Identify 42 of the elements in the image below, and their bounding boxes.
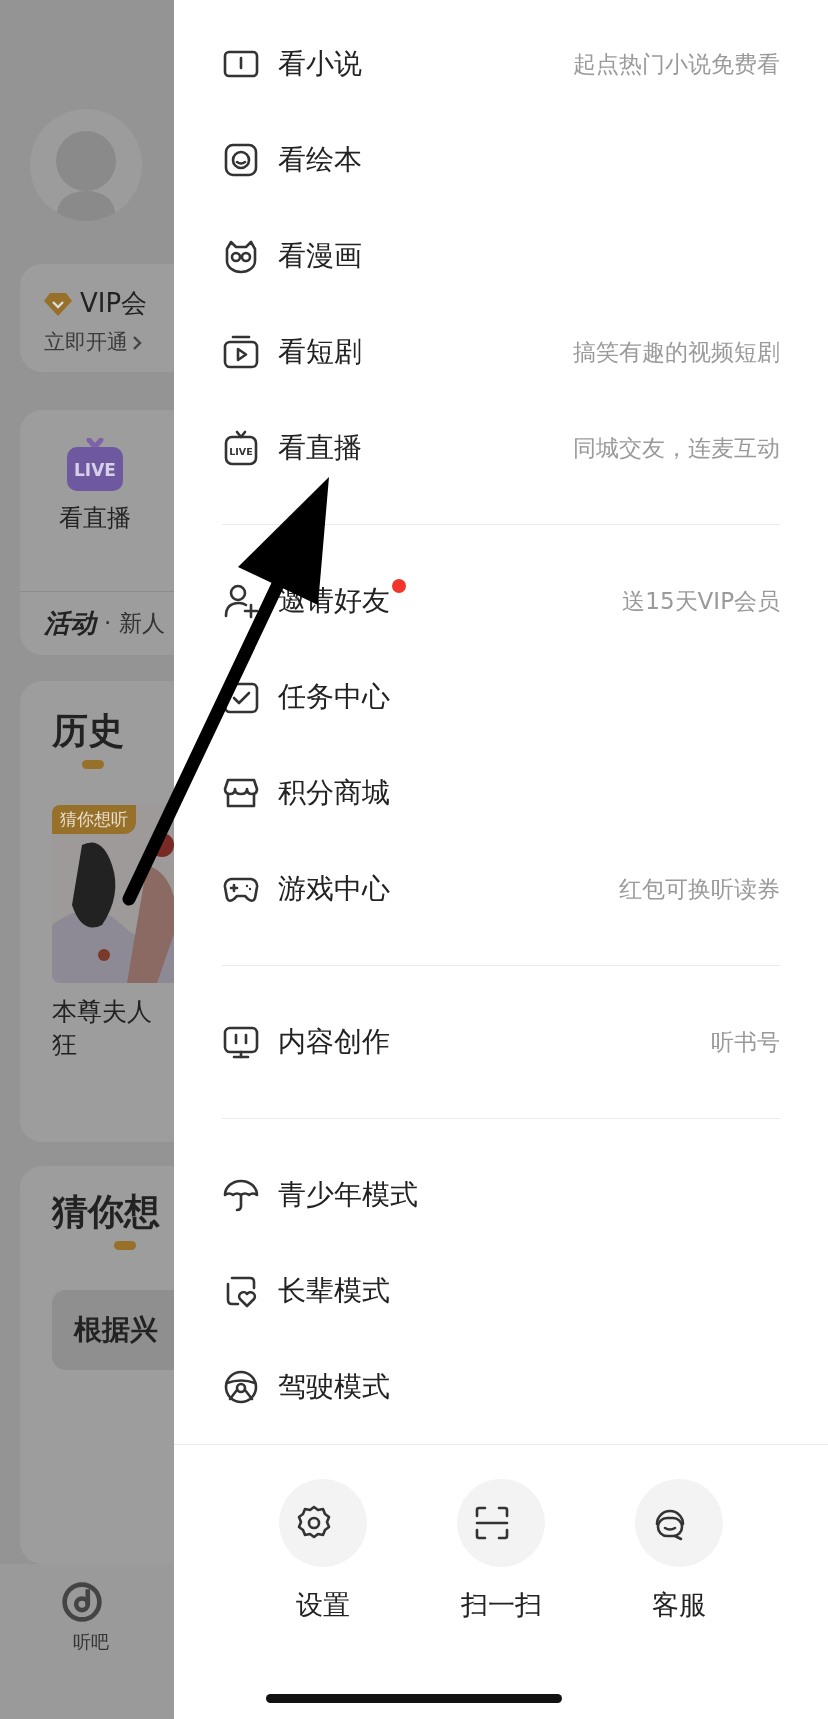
activity-title: 活动 — [44, 606, 96, 640]
vip-title: VIP会 — [80, 287, 148, 320]
recommend-text: 根据兴 — [74, 1312, 158, 1349]
menu-item[interactable]: 看漫画 — [278, 235, 362, 277]
menu-item[interactable]: 看直播 — [278, 427, 362, 469]
section-title: 历史 — [52, 708, 125, 752]
diamond-icon — [44, 290, 72, 317]
menu-hint: 同城交友，连麦互动 — [573, 433, 780, 463]
book-title[interactable]: 本尊夫人 狂 — [52, 994, 174, 1063]
nav-label[interactable]: 听吧 — [73, 1627, 109, 1655]
scan-icon — [473, 1504, 511, 1542]
face-icon — [222, 141, 260, 179]
menu-item[interactable]: 积分商城 — [278, 772, 390, 814]
menu-hint: 搞笑有趣的视频短剧 — [573, 337, 780, 367]
disc-icon[interactable] — [60, 1579, 104, 1624]
title-underline — [82, 759, 104, 769]
menu-hint: 听书号 — [711, 1027, 780, 1057]
chevron-icon — [132, 334, 142, 351]
menu-item[interactable]: 看小说 — [278, 43, 362, 85]
activity-text: · 新人 — [104, 608, 165, 638]
book-badge: 猜你想听 — [52, 804, 136, 835]
menu-hint: 送15天VIP会员 — [622, 586, 780, 616]
menu-item[interactable]: 内容创作 — [278, 1021, 390, 1063]
menu-item[interactable]: 青少年模式 — [278, 1174, 418, 1216]
menu-hint: 红包可换听读券 — [619, 874, 780, 904]
menu-item[interactable]: 看短剧 — [278, 331, 362, 373]
add-user-icon — [222, 582, 260, 620]
play-icon — [222, 333, 260, 371]
menu-item[interactable]: 驾驶模式 — [278, 1366, 390, 1408]
menu-item[interactable]: 长辈模式 — [278, 1270, 390, 1312]
menu-item[interactable]: 看绘本 — [278, 139, 362, 181]
menu-item[interactable]: 游戏中心 — [278, 868, 390, 910]
section-title: 猜你想 — [52, 1190, 161, 1234]
activate-link[interactable]: 立即开通 — [44, 327, 128, 359]
feature-label[interactable]: 看直播 — [59, 500, 131, 536]
steering-wheel-icon — [222, 1368, 260, 1406]
menu-item[interactable]: 任务中心 — [278, 676, 390, 718]
vip-card[interactable]: VIP会 立即开通 — [20, 264, 174, 372]
title-underline — [114, 1241, 136, 1251]
recommend-item[interactable]: 根据兴 — [52, 1290, 174, 1371]
action-button[interactable]: 客服 — [635, 1479, 723, 1719]
menu-hint: 起点热门小说免费看 — [573, 49, 780, 79]
